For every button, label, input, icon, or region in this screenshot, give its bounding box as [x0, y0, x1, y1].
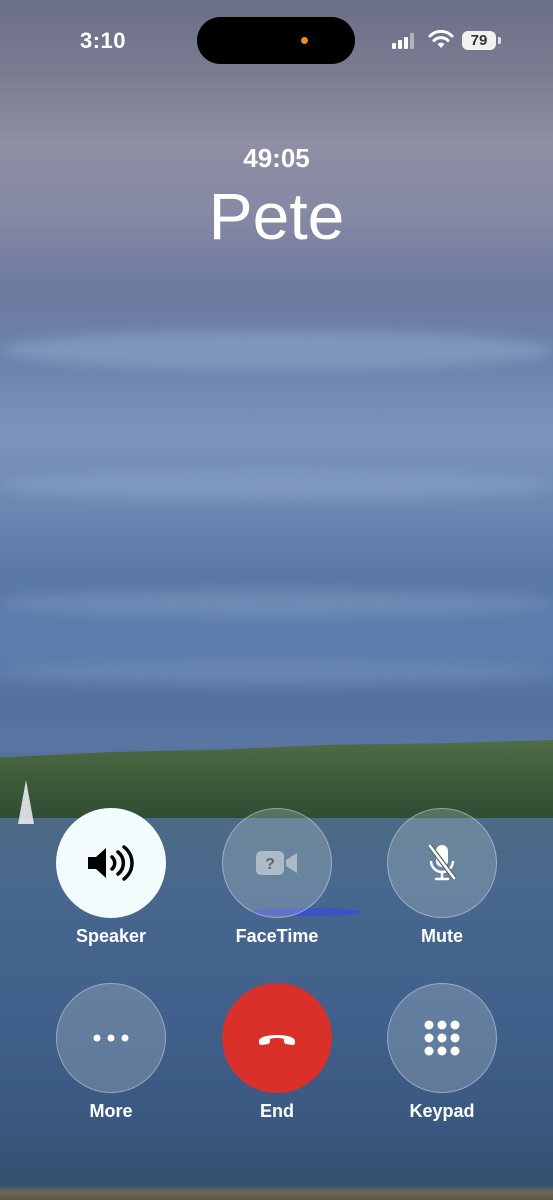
call-duration: 49:05 [243, 143, 310, 173]
keypad-grid-icon [424, 1020, 460, 1056]
mute-label: Mute [421, 926, 463, 946]
speaker-wave-icon [88, 845, 134, 881]
battery-tip [498, 37, 501, 44]
cloud-streak [0, 590, 553, 618]
speaker-button[interactable] [56, 808, 166, 918]
caller-name: Pete [208, 179, 345, 253]
status-time: 3:10 [80, 28, 127, 53]
facetime-button[interactable]: ? [222, 808, 332, 918]
cloud-streak [0, 330, 553, 370]
cloud-streak [0, 470, 553, 500]
call-screen: 3:10 79 49:05 Pete Speaker ? FaceTime Mu… [0, 0, 553, 1200]
keypad-button[interactable] [387, 983, 497, 1093]
more-label: More [89, 1101, 133, 1121]
svg-text:?: ? [265, 856, 275, 873]
recording-indicator-dot [301, 37, 308, 44]
cellular-signal-icon [392, 33, 416, 49]
ellipsis-icon [93, 1034, 129, 1042]
phone-hangup-icon [259, 1035, 295, 1045]
end-label: End [260, 1101, 294, 1121]
battery-icon: 79 [462, 31, 496, 50]
facetime-video-icon: ? [256, 851, 297, 875]
cloud-streak [0, 660, 553, 684]
more-button[interactable] [56, 983, 166, 1093]
microphone-slash-icon [428, 844, 456, 881]
speaker-label: Speaker [75, 926, 147, 946]
dynamic-island [197, 17, 355, 64]
mute-button[interactable] [387, 808, 497, 918]
wifi-icon [428, 30, 454, 48]
status-bar: 3:10 79 [0, 0, 553, 80]
keypad-label: Keypad [409, 1101, 475, 1121]
facetime-label: FaceTime [235, 926, 319, 946]
sailboat-background [18, 780, 34, 824]
end-call-button[interactable] [222, 983, 332, 1093]
